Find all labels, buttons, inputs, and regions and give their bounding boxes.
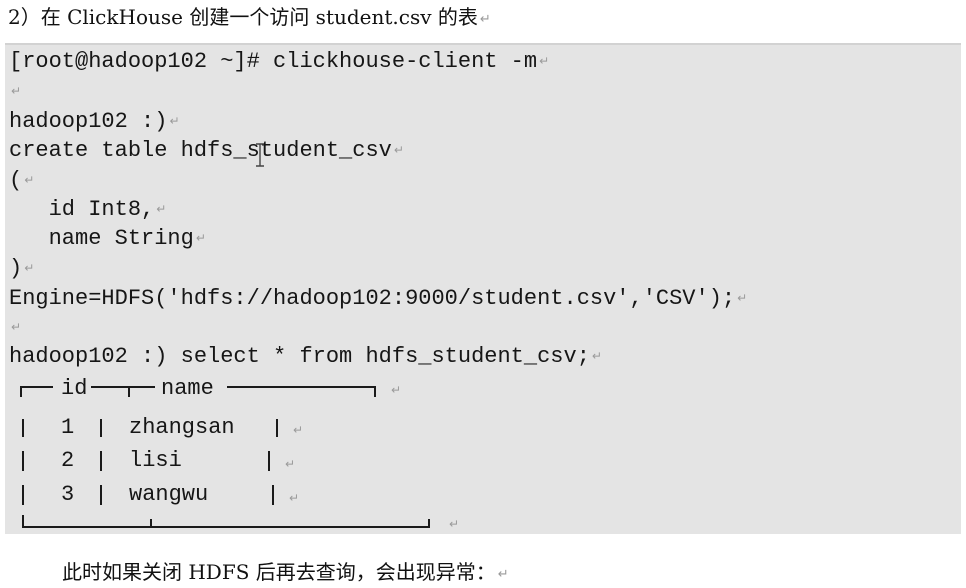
paragraph-mark-icon: ↵	[479, 12, 491, 27]
paragraph-mark-icon: ↵	[11, 320, 22, 334]
code-line: create table hdfs_student_csv ↵	[9, 138, 404, 163]
code-line: name String ↵	[9, 226, 206, 251]
column-header-id: id	[61, 376, 88, 401]
table-cell-id: 1	[61, 415, 75, 440]
heading-text: 2）在 ClickHouse 创建一个访问 student.csv 的表	[8, 5, 478, 29]
paragraph-mark-icon: ↵	[293, 423, 304, 437]
column-header-name: name	[161, 376, 214, 401]
table-cell-name: lisi	[129, 448, 182, 473]
paragraph-mark-icon: ↵	[591, 349, 602, 363]
code-line: Engine=HDFS('hdfs://hadoop102:9000/stude…	[9, 286, 748, 311]
text-cursor-icon	[256, 143, 264, 167]
code-line: [root@hadoop102 ~]# clickhouse-client -m…	[9, 49, 550, 74]
code-line: hadoop102 :) select * from hdfs_student_…	[9, 344, 602, 369]
paragraph-mark-icon: ↵	[285, 457, 296, 471]
paragraph-mark-icon: ↵	[24, 261, 35, 275]
code-block: [root@hadoop102 ~]# clickhouse-client -m…	[5, 43, 961, 534]
code-line: ↵	[9, 77, 21, 106]
table-cell-id: 3	[61, 482, 75, 507]
code-line: (↵	[9, 168, 35, 193]
code-line: hadoop102 :) ↵	[9, 109, 180, 134]
paragraph-mark-icon: ↵	[737, 291, 748, 305]
paragraph-mark-icon: ↵	[169, 114, 180, 128]
table-cell-name: zhangsan	[129, 415, 235, 440]
paragraph-mark-icon: ↵	[11, 84, 22, 98]
section-heading: 2）在 ClickHouse 创建一个访问 student.csv 的表 ↵	[8, 4, 491, 33]
paragraph-mark-icon: ↵	[539, 54, 550, 68]
code-line: ↵	[9, 313, 21, 342]
table-cell-name: wangwu	[129, 482, 209, 507]
paragraph-mark-icon: ↵	[449, 517, 460, 531]
body-paragraph: 此时如果关闭 HDFS 后再去查询，会出现异常： ↵	[62, 559, 509, 588]
table-cell-id: 2	[61, 448, 75, 473]
paragraph-mark-icon: ↵	[289, 491, 300, 505]
code-line: ) ↵	[9, 256, 35, 281]
query-result-table: id name ↵ 1 zhangsan ↵ 2 lisi ↵ 3 wangwu…	[9, 376, 469, 531]
paragraph-text: 此时如果关闭 HDFS 后再去查询，会出现异常：	[62, 560, 496, 584]
code-line: id Int8, ↵	[9, 197, 167, 222]
paragraph-mark-icon: ↵	[195, 231, 206, 245]
paragraph-mark-icon: ↵	[393, 143, 404, 157]
paragraph-mark-icon: ↵	[497, 567, 509, 582]
paragraph-mark-icon: ↵	[156, 202, 167, 216]
paragraph-mark-icon: ↵	[391, 383, 402, 397]
paragraph-mark-icon: ↵	[24, 173, 35, 187]
